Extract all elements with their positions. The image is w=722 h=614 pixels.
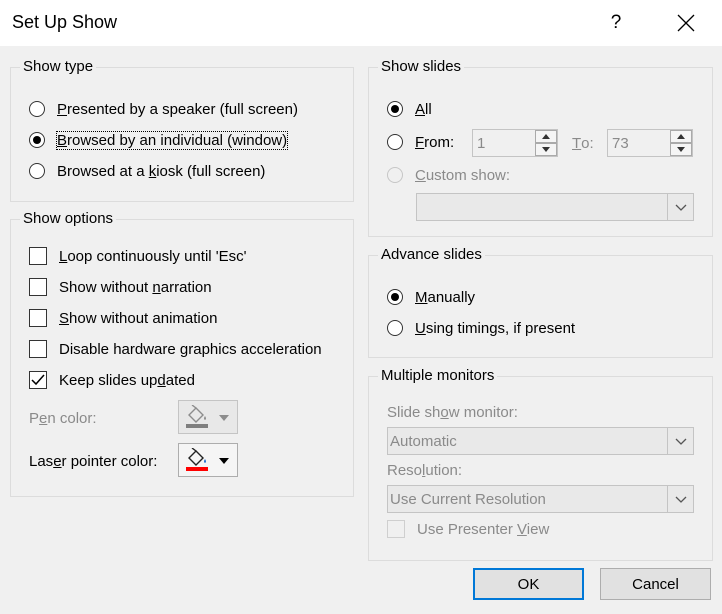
from-slide-spinner[interactable]: 1 xyxy=(472,129,558,157)
cancel-button[interactable]: Cancel xyxy=(600,568,711,600)
radio-label: Browsed by an individual (window) xyxy=(55,130,289,150)
checkbox-keep-slides-updated[interactable]: Keep slides updated xyxy=(29,369,195,391)
radio-button[interactable] xyxy=(387,134,403,150)
radio-button[interactable] xyxy=(387,101,403,117)
spin-down-button[interactable] xyxy=(535,143,557,156)
checkmark-icon xyxy=(31,374,45,386)
multiple-monitors-legend: Multiple monitors xyxy=(378,367,498,385)
arrow-up-icon xyxy=(677,134,685,139)
checkbox-label: Show without narration xyxy=(59,278,212,296)
slide-show-monitor-dropdown[interactable]: Automatic xyxy=(387,427,694,455)
help-button[interactable]: ? xyxy=(596,6,636,40)
checkbox[interactable] xyxy=(29,309,47,327)
ok-button[interactable]: OK xyxy=(473,568,584,600)
radio-button[interactable] xyxy=(387,167,403,183)
checkbox[interactable] xyxy=(29,278,47,296)
laser-color-swatch xyxy=(186,467,208,471)
slide-show-monitor-value: Automatic xyxy=(390,433,457,450)
checkbox-label: Show without animation xyxy=(59,309,218,327)
radio-label: Presented by a speaker (full screen) xyxy=(57,100,298,118)
radio-all-slides[interactable]: All xyxy=(387,98,432,120)
dialog-title: Set Up Show xyxy=(12,12,118,32)
checkbox-label: Use Presenter View xyxy=(417,520,550,538)
radio-browsed-at-kiosk[interactable]: Browsed at a kiosk (full screen) xyxy=(29,160,265,182)
paint-bucket-icon xyxy=(186,448,208,471)
dropdown-button[interactable] xyxy=(667,194,693,220)
radio-label: Using timings, if present xyxy=(415,319,576,337)
radio-label: Custom show: xyxy=(415,166,511,184)
pen-color-label: Pen color: xyxy=(29,409,97,427)
checkbox[interactable] xyxy=(29,371,47,389)
checkbox-without-animation[interactable]: Show without animation xyxy=(29,307,217,329)
from-slide-value: 1 xyxy=(477,135,486,152)
custom-show-dropdown[interactable] xyxy=(416,193,694,221)
spinner-buttons xyxy=(535,130,557,156)
resolution-value: Use Current Resolution xyxy=(390,491,546,508)
checkbox-disable-hw-acceleration[interactable]: Disable hardware graphics acceleration xyxy=(29,338,322,360)
advance-slides-legend: Advance slides xyxy=(378,246,485,264)
checkbox-use-presenter-view[interactable]: Use Presenter View xyxy=(387,518,549,540)
show-type-legend: Show type xyxy=(20,58,97,76)
spin-up-button[interactable] xyxy=(670,130,692,143)
chevron-down-icon xyxy=(675,496,686,503)
show-options-legend: Show options xyxy=(20,210,117,228)
radio-custom-show[interactable]: Custom show: xyxy=(387,164,510,186)
paint-bucket-icon xyxy=(186,405,208,428)
to-slide-value: 73 xyxy=(612,135,629,152)
spin-down-button[interactable] xyxy=(670,143,692,156)
laser-pointer-color-button[interactable] xyxy=(178,443,238,477)
dropdown-arrow-icon xyxy=(219,458,229,464)
to-slide-spinner[interactable]: 73 xyxy=(607,129,693,157)
checkbox-label: Disable hardware graphics acceleration xyxy=(59,340,322,358)
radio-label: From: xyxy=(415,133,455,151)
checkbox-label: Loop continuously until 'Esc' xyxy=(59,247,247,265)
arrow-up-icon xyxy=(542,134,550,139)
checkbox[interactable] xyxy=(29,247,47,265)
checkbox[interactable] xyxy=(387,520,405,538)
radio-button[interactable] xyxy=(29,132,45,148)
close-icon xyxy=(677,14,695,32)
arrow-down-icon xyxy=(542,147,550,152)
checkbox[interactable] xyxy=(29,340,47,358)
radio-from-slides[interactable]: From: xyxy=(387,131,454,153)
chevron-down-icon xyxy=(675,438,686,445)
radio-label: Browsed at a kiosk (full screen) xyxy=(57,162,266,180)
dropdown-arrow-icon xyxy=(219,415,229,421)
close-button[interactable] xyxy=(664,6,708,40)
dropdown-button[interactable] xyxy=(667,486,693,512)
checkbox-loop-continuously[interactable]: Loop continuously until 'Esc' xyxy=(29,245,247,267)
radio-manually[interactable]: Manually xyxy=(387,286,475,308)
radio-label: Manually xyxy=(415,288,476,306)
radio-button[interactable] xyxy=(387,320,403,336)
slide-show-monitor-label: Slide sh o w monitor: xyxy=(387,403,518,421)
dropdown-button[interactable] xyxy=(667,428,693,454)
checkbox-without-narration[interactable]: Show without narration xyxy=(29,276,212,298)
laser-color-label: Las e r pointer color: xyxy=(29,452,158,470)
checkbox-label: Keep slides updated xyxy=(59,371,195,389)
arrow-down-icon xyxy=(677,147,685,152)
radio-button[interactable] xyxy=(29,163,45,179)
title-bar: Set Up Show ? xyxy=(0,0,722,46)
radio-button[interactable] xyxy=(29,101,45,117)
pen-color-button[interactable] xyxy=(178,400,238,434)
radio-presented-by-speaker[interactable]: Presented by a speaker (full screen) xyxy=(29,98,298,120)
resolution-dropdown[interactable]: Use Current Resolution xyxy=(387,485,694,513)
spin-up-button[interactable] xyxy=(535,130,557,143)
pen-color-swatch xyxy=(186,424,208,428)
show-slides-legend: Show slides xyxy=(378,58,465,76)
resolution-label: Reso l ution: xyxy=(387,461,463,479)
radio-browsed-by-individual[interactable]: Browsed by an individual (window) xyxy=(29,129,289,151)
to-label: To: xyxy=(572,134,594,152)
radio-using-timings[interactable]: Using timings, if present xyxy=(387,317,575,339)
chevron-down-icon xyxy=(675,204,686,211)
radio-label: All xyxy=(415,100,432,118)
spinner-buttons xyxy=(670,130,692,156)
radio-button[interactable] xyxy=(387,289,403,305)
